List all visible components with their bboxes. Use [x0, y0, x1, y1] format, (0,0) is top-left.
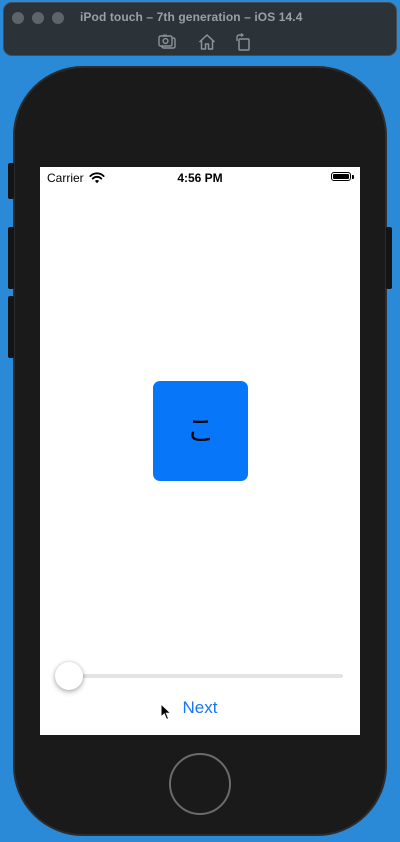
slider-track[interactable]	[70, 674, 343, 678]
flashcard-character: こ	[186, 414, 215, 447]
next-button[interactable]: Next	[168, 698, 232, 720]
simulator-titlebar: iPod touch – 7th generation – iOS 14.4	[3, 2, 397, 56]
flashcard[interactable]: こ	[153, 381, 248, 481]
battery-icon	[331, 172, 351, 181]
battery-nub	[352, 175, 354, 179]
status-time: 4:56 PM	[177, 171, 223, 185]
mute-switch	[8, 163, 14, 199]
simulator-window: iPod touch – 7th generation – iOS 14.4 C…	[0, 0, 400, 842]
window-title: iPod touch – 7th generation – iOS 14.4	[80, 10, 303, 24]
home-button[interactable]	[169, 753, 231, 815]
power-button	[386, 227, 392, 289]
device-screen: Carrier 4:56 PM こ Next	[40, 167, 360, 735]
volume-down-button	[8, 296, 14, 358]
zoom-window-button[interactable]	[52, 12, 64, 24]
screenshot-icon[interactable]	[157, 32, 177, 52]
minimize-window-button[interactable]	[32, 12, 44, 24]
home-icon[interactable]	[197, 32, 217, 52]
volume-up-button	[8, 227, 14, 289]
slider-thumb[interactable]	[55, 662, 83, 690]
mouse-cursor-icon	[160, 702, 172, 726]
close-window-button[interactable]	[12, 12, 24, 24]
rotate-icon[interactable]	[233, 32, 253, 52]
status-bar: Carrier 4:56 PM	[40, 167, 360, 187]
